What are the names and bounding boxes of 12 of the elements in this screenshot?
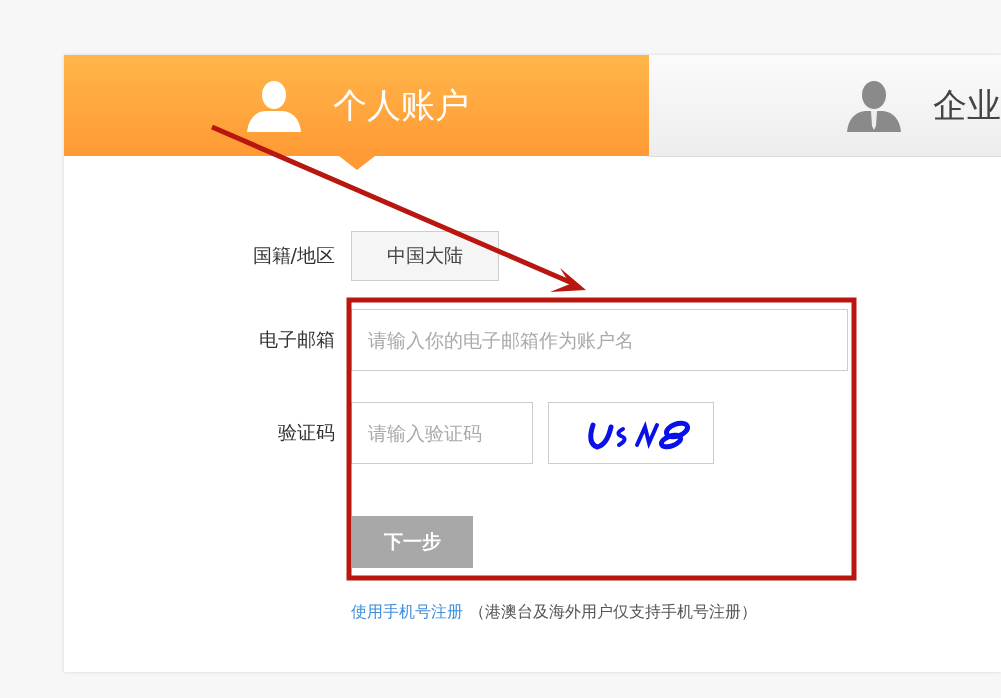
email-input[interactable]: 请输入你的电子邮箱作为账户名 <box>351 309 848 371</box>
field-label: 验证码 <box>277 420 335 445</box>
region-select[interactable]: 中国大陆 <box>351 231 499 281</box>
tab-pointer <box>339 156 375 170</box>
field-label: 电子邮箱 <box>258 327 335 352</box>
account-tab[interactable]: 企业 <box>649 55 1001 157</box>
field-label: 国籍/地区 <box>251 243 335 268</box>
person-icon <box>845 79 903 132</box>
note-text: （港澳台及海外用户仅支持手机号注册） <box>469 602 757 623</box>
person-icon <box>244 79 303 132</box>
captcha-input[interactable]: 请输入验证码 <box>351 402 533 464</box>
phone-register-link[interactable]: 使用手机号注册 <box>351 602 463 623</box>
